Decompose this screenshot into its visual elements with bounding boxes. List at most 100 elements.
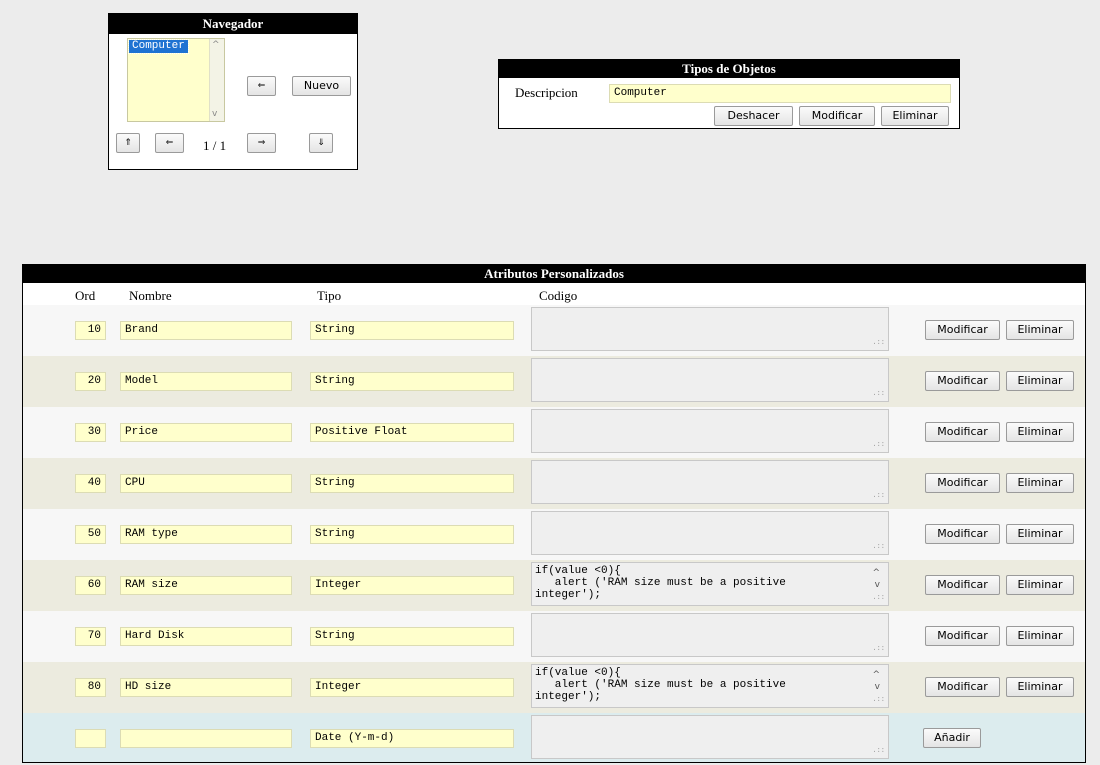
code-text: if(value <0){ alert ('RAM size must be a…	[535, 667, 786, 703]
next-button[interactable]: ⇒	[247, 133, 276, 153]
resize-grip-icon[interactable]: .::	[872, 388, 885, 400]
code-textarea[interactable]: .::	[531, 613, 889, 657]
resize-grip-icon[interactable]: .::	[872, 541, 885, 553]
new-attribute-row: Date (Y-m-d).:: Añadir	[23, 713, 1085, 762]
name-field[interactable]: Model	[120, 372, 292, 391]
row-delete-button[interactable]: Eliminar	[1006, 626, 1074, 646]
table-row: 10 Brand String.:: Modificar Eliminar	[23, 305, 1085, 356]
chevron-down-icon: v	[212, 109, 218, 119]
name-field[interactable]: HD size	[120, 678, 292, 697]
modify-button[interactable]: Modificar	[799, 106, 875, 126]
row-modify-button[interactable]: Modificar	[925, 422, 1000, 442]
chevron-down-icon[interactable]: v	[875, 579, 880, 591]
resize-grip-icon[interactable]: .::	[872, 439, 885, 451]
new-button[interactable]: Nuevo	[292, 76, 351, 96]
name-field[interactable]: Price	[120, 423, 292, 442]
table-row: 20 Model String.:: Modificar Eliminar	[23, 356, 1085, 407]
chevron-down-icon[interactable]: v	[875, 681, 880, 693]
code-textarea[interactable]: .::	[531, 409, 889, 453]
table-row: 40 CPU String.:: Modificar Eliminar	[23, 458, 1085, 509]
navigator-panel: Navegador Computer ^ v ⇐ Nuevo ⇑ ⇐ 1 / 1…	[108, 13, 358, 170]
table-header-row: Ord Nombre Tipo Codigo	[23, 283, 1085, 305]
ord-field[interactable]: 40	[75, 474, 106, 493]
navigator-list[interactable]: Computer ^ v	[127, 38, 225, 122]
type-field[interactable]: String	[310, 474, 514, 493]
description-field[interactable]: Computer	[609, 84, 951, 103]
code-textarea[interactable]: .::	[531, 715, 889, 759]
row-delete-button[interactable]: Eliminar	[1006, 371, 1074, 391]
code-textarea[interactable]: if(value <0){ alert ('RAM size must be a…	[531, 664, 889, 708]
code-textarea[interactable]: .::	[531, 358, 889, 402]
row-modify-button[interactable]: Modificar	[925, 320, 1000, 340]
row-delete-button[interactable]: Eliminar	[1006, 422, 1074, 442]
ord-field[interactable]: 30	[75, 423, 106, 442]
name-field[interactable]: RAM type	[120, 525, 292, 544]
table-row: 80 HD size Integer if(value <0){ alert ('RA…	[23, 662, 1085, 713]
row-modify-button[interactable]: Modificar	[925, 524, 1000, 544]
last-button[interactable]: ⇓	[309, 133, 333, 153]
list-scrollbar[interactable]: ^ v	[209, 39, 224, 121]
header-nombre: Nombre	[129, 288, 172, 303]
type-field[interactable]: Positive Float	[310, 423, 514, 442]
type-field[interactable]: String	[310, 321, 514, 340]
row-delete-button[interactable]: Eliminar	[1006, 320, 1074, 340]
row-modify-button[interactable]: Modificar	[925, 626, 1000, 646]
resize-grip-icon[interactable]: .::	[872, 694, 885, 706]
code-textarea[interactable]: .::	[531, 511, 889, 555]
ord-field[interactable]: 20	[75, 372, 106, 391]
add-button[interactable]: Añadir	[923, 728, 981, 748]
name-field[interactable]: Hard Disk	[120, 627, 292, 646]
description-label: Descripcion	[515, 85, 578, 100]
chevron-up-icon: ^	[212, 40, 220, 50]
row-delete-button[interactable]: Eliminar	[1006, 524, 1074, 544]
name-field[interactable]: Brand	[120, 321, 292, 340]
type-field[interactable]: String	[310, 627, 514, 646]
type-field[interactable]: Integer	[310, 678, 514, 697]
custom-attributes-panel: Atributos Personalizados Ord Nombre Tipo…	[22, 264, 1086, 763]
ord-field[interactable]	[75, 729, 106, 748]
name-field[interactable]	[120, 729, 292, 748]
type-field[interactable]: Integer	[310, 576, 514, 595]
header-ord: Ord	[75, 288, 96, 303]
delete-button[interactable]: Eliminar	[881, 106, 949, 126]
name-field[interactable]: CPU	[120, 474, 292, 493]
row-delete-button[interactable]: Eliminar	[1006, 677, 1074, 697]
type-field[interactable]: String	[310, 372, 514, 391]
ord-field[interactable]: 60	[75, 576, 106, 595]
row-modify-button[interactable]: Modificar	[925, 575, 1000, 595]
code-textarea[interactable]: if(value <0){ alert ('RAM size must be a…	[531, 562, 889, 606]
row-delete-button[interactable]: Eliminar	[1006, 575, 1074, 595]
type-field[interactable]: String	[310, 525, 514, 544]
first-button[interactable]: ⇑	[116, 133, 140, 153]
code-textarea[interactable]: .::	[531, 460, 889, 504]
resize-grip-icon[interactable]: .::	[872, 490, 885, 502]
header-codigo: Codigo	[539, 288, 578, 303]
list-item[interactable]: Computer	[128, 39, 189, 54]
code-text: if(value <0){ alert ('RAM size must be a…	[535, 565, 786, 601]
back-button[interactable]: ⇐	[247, 76, 276, 96]
custom-attributes-title: Atributos Personalizados	[23, 265, 1085, 283]
prev-button[interactable]: ⇐	[155, 133, 184, 153]
row-modify-button[interactable]: Modificar	[925, 473, 1000, 493]
resize-grip-icon[interactable]: .::	[872, 337, 885, 349]
ord-field[interactable]: 80	[75, 678, 106, 697]
name-field[interactable]: RAM size	[120, 576, 292, 595]
ord-field[interactable]: 50	[75, 525, 106, 544]
code-textarea[interactable]: .::	[531, 307, 889, 351]
ord-field[interactable]: 10	[75, 321, 106, 340]
row-delete-button[interactable]: Eliminar	[1006, 473, 1074, 493]
resize-grip-icon[interactable]: .::	[872, 592, 885, 604]
table-row: 50 RAM type String.:: Modificar Eliminar	[23, 509, 1085, 560]
ord-field[interactable]: 70	[75, 627, 106, 646]
object-types-panel: Tipos de Objetos Descripcion Computer De…	[498, 59, 960, 129]
chevron-up-icon[interactable]: ^	[872, 567, 880, 579]
undo-button[interactable]: Deshacer	[714, 106, 793, 126]
page-indicator: 1 / 1	[203, 138, 227, 153]
resize-grip-icon[interactable]: .::	[872, 643, 885, 655]
table-row: 70 Hard Disk String.:: Modificar Eliminar	[23, 611, 1085, 662]
type-field[interactable]: Date (Y-m-d)	[310, 729, 514, 748]
chevron-up-icon[interactable]: ^	[872, 669, 880, 681]
row-modify-button[interactable]: Modificar	[925, 371, 1000, 391]
resize-grip-icon[interactable]: .::	[872, 745, 885, 757]
row-modify-button[interactable]: Modificar	[925, 677, 1000, 697]
